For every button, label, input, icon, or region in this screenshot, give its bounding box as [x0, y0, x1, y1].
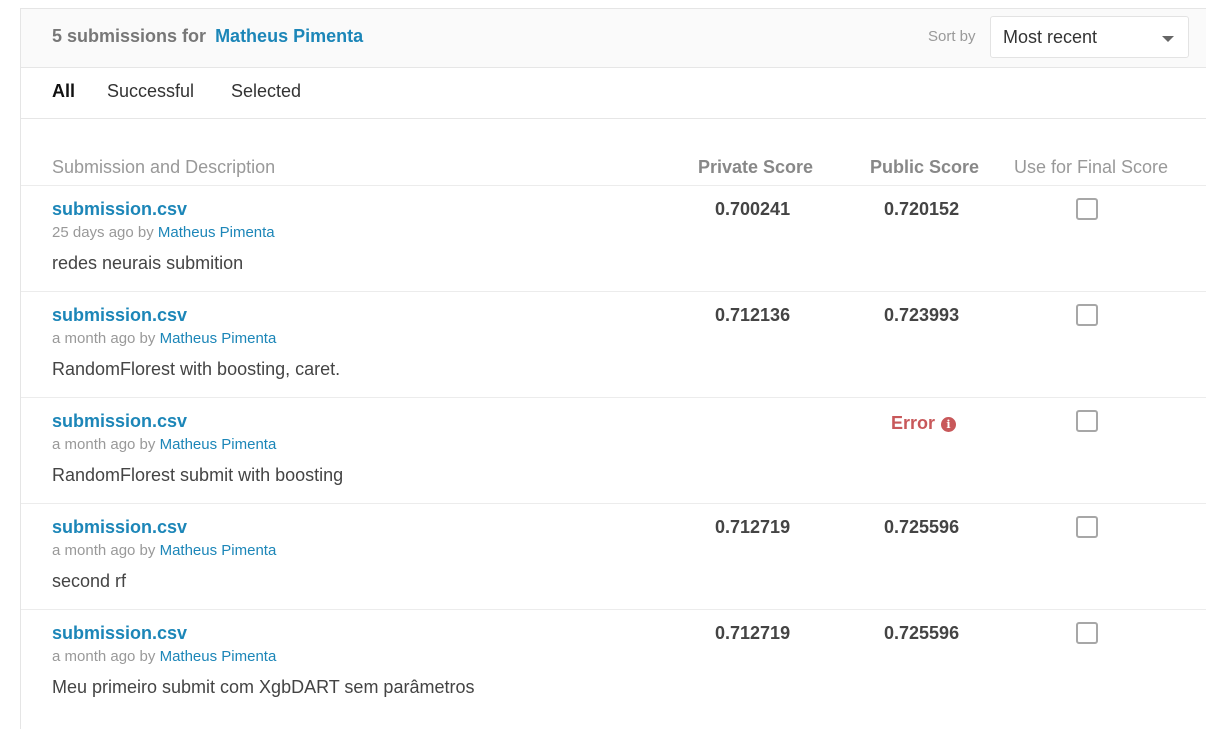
private-score: 0.700241	[715, 199, 791, 219]
submission-file-link[interactable]: submission.csv	[52, 411, 187, 432]
public-score: 0.723993	[884, 305, 960, 325]
submission-description: Meu primeiro submit com XgbDART sem parâ…	[52, 677, 475, 697]
submission-author-link[interactable]: Matheus Pimenta	[160, 648, 277, 665]
submission-file-link[interactable]: submission.csv	[52, 517, 187, 538]
column-header-private-score: Private Score	[698, 157, 814, 177]
filter-tabs: All Successful Selected	[21, 68, 1206, 119]
submission-author-link[interactable]: Matheus Pimenta	[160, 542, 277, 559]
submissions-header: 5 submissions for Matheus Pimenta Sort b…	[21, 9, 1206, 68]
submission-meta: a month ago by Matheus Pimenta	[52, 542, 276, 559]
submission-row: submission.csv a month ago by Matheus Pi…	[21, 609, 1206, 715]
final-score-checkbox[interactable]	[1076, 304, 1098, 326]
submission-author-link[interactable]: Matheus Pimenta	[158, 224, 275, 241]
submissions-list: submission.csv 25 days ago by Matheus Pi…	[21, 185, 1206, 715]
submission-meta: a month ago by Matheus Pimenta	[52, 648, 276, 665]
submission-meta: 25 days ago by Matheus Pimenta	[52, 224, 275, 241]
error-status[interactable]: Error i	[891, 413, 957, 434]
submission-file-link[interactable]: submission.csv	[52, 305, 187, 326]
submission-description: second rf	[52, 571, 127, 591]
column-header-submission: Submission and Description	[52, 157, 276, 177]
tab-successful[interactable]: Successful	[107, 81, 194, 102]
submission-meta: a month ago by Matheus Pimenta	[52, 436, 276, 453]
submission-time: a month ago by	[52, 330, 156, 347]
chevron-down-icon	[1162, 36, 1174, 42]
sort-select[interactable]: Most recent	[990, 16, 1189, 58]
submission-row: submission.csv a month ago by Matheus Pi…	[21, 503, 1206, 609]
submissions-panel: 5 submissions for Matheus Pimenta Sort b…	[20, 8, 1206, 729]
submissions-count-label: 5 submissions for	[52, 26, 207, 46]
header-user-link[interactable]: Matheus Pimenta	[215, 26, 363, 46]
submission-file-link[interactable]: submission.csv	[52, 199, 187, 220]
submission-time: 25 days ago by	[52, 224, 154, 241]
sort-selected-value: Most recent	[1003, 27, 1098, 47]
info-icon[interactable]: i	[941, 417, 957, 432]
tab-selected[interactable]: Selected	[231, 81, 301, 102]
final-score-checkbox[interactable]	[1076, 622, 1098, 644]
submission-description: RandomFlorest with boosting, caret.	[52, 359, 341, 379]
submission-row: submission.csv a month ago by Matheus Pi…	[21, 291, 1206, 397]
public-score: 0.720152	[884, 199, 960, 219]
submission-file-link[interactable]: submission.csv	[52, 623, 187, 644]
submission-time: a month ago by	[52, 542, 156, 559]
final-score-checkbox[interactable]	[1076, 410, 1098, 432]
public-score: 0.725596	[884, 517, 960, 537]
submission-description: RandomFlorest submit with boosting	[52, 465, 344, 485]
column-header-final-score: Use for Final Score	[1014, 157, 1169, 177]
private-score: 0.712719	[715, 517, 791, 537]
tab-all[interactable]: All	[52, 81, 75, 102]
private-score: 0.712719	[715, 623, 791, 643]
submission-author-link[interactable]: Matheus Pimenta	[160, 330, 277, 347]
submission-meta: a month ago by Matheus Pimenta	[52, 330, 276, 347]
column-header-public-score: Public Score	[870, 157, 980, 177]
submission-row: submission.csv 25 days ago by Matheus Pi…	[21, 185, 1206, 291]
submissions-title: 5 submissions for Matheus Pimenta	[52, 26, 363, 47]
submission-row: submission.csv a month ago by Matheus Pi…	[21, 397, 1206, 503]
error-label: Error	[891, 413, 936, 433]
final-score-checkbox[interactable]	[1076, 516, 1098, 538]
private-score: 0.712136	[715, 305, 791, 325]
final-score-checkbox[interactable]	[1076, 198, 1098, 220]
submission-time: a month ago by	[52, 648, 156, 665]
submission-time: a month ago by	[52, 436, 156, 453]
submission-author-link[interactable]: Matheus Pimenta	[160, 436, 277, 453]
public-score: 0.725596	[884, 623, 960, 643]
submission-description: redes neurais submition	[52, 253, 244, 273]
sort-label: Sort by	[928, 28, 976, 45]
